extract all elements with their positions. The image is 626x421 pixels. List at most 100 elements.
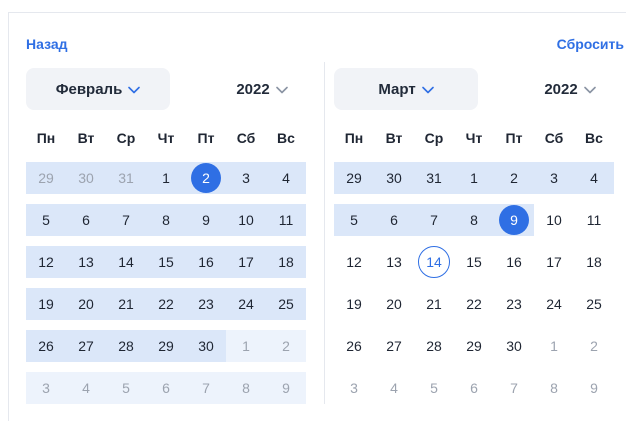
reset-link[interactable]: Сбросить (557, 36, 624, 52)
day-cell-outside-month[interactable]: 7 (186, 372, 226, 404)
day-cell-outside-month[interactable]: 4 (374, 372, 414, 404)
day-cell-today[interactable]: 14 (414, 246, 454, 278)
day-cell-outside-month[interactable]: 31 (106, 162, 146, 194)
day-cell[interactable]: 15 (454, 246, 494, 278)
day-cell[interactable]: 30 (494, 330, 534, 362)
day-cell[interactable]: 23 (186, 288, 226, 320)
day-cell[interactable]: 25 (266, 288, 306, 320)
day-cell[interactable]: 18 (574, 246, 614, 278)
day-cell[interactable]: 26 (26, 330, 66, 362)
weekday-label: Вс (277, 130, 295, 146)
day-cell[interactable]: 16 (186, 246, 226, 278)
month-select-left[interactable]: Февраль (26, 68, 170, 110)
day-cell-outside-month[interactable]: 1 (534, 330, 574, 362)
day-cell[interactable]: 22 (454, 288, 494, 320)
day-cell[interactable]: 5 (26, 204, 66, 236)
day-cell[interactable]: 29 (146, 330, 186, 362)
week-row: 29 30 31 1 2 3 4 (26, 162, 306, 194)
day-cell[interactable]: 28 (106, 330, 146, 362)
day-cell-selected[interactable]: 9 (494, 204, 534, 236)
day-cell[interactable]: 8 (454, 204, 494, 236)
day-cell-outside-month[interactable]: 1 (226, 330, 266, 362)
weekday-label: Вс (585, 130, 603, 146)
day-cell[interactable]: 25 (574, 288, 614, 320)
day-cell[interactable]: 29 (334, 162, 374, 194)
day-cell[interactable]: 27 (374, 330, 414, 362)
day-cell[interactable]: 21 (414, 288, 454, 320)
month-select-right[interactable]: Март (334, 68, 478, 110)
weekday-label: Чт (157, 130, 175, 146)
day-cell[interactable]: 1 (454, 162, 494, 194)
day-cell[interactable]: 4 (266, 162, 306, 194)
day-cell[interactable]: 12 (334, 246, 374, 278)
day-cell[interactable]: 14 (106, 246, 146, 278)
day-cell-outside-month[interactable]: 4 (66, 372, 106, 404)
day-cell[interactable]: 30 (186, 330, 226, 362)
day-cell[interactable]: 29 (454, 330, 494, 362)
day-cell[interactable]: 10 (534, 204, 574, 236)
day-cell[interactable]: 11 (266, 204, 306, 236)
day-cell[interactable]: 20 (374, 288, 414, 320)
day-cell[interactable]: 15 (146, 246, 186, 278)
week-row: 12 13 14 15 16 17 18 (26, 246, 306, 278)
day-cell[interactable]: 10 (226, 204, 266, 236)
day-cell[interactable]: 19 (26, 288, 66, 320)
day-cell[interactable]: 24 (226, 288, 266, 320)
day-cell[interactable]: 13 (66, 246, 106, 278)
day-cell[interactable]: 30 (374, 162, 414, 194)
year-select-left[interactable]: 2022 (222, 68, 302, 110)
day-cell[interactable]: 28 (414, 330, 454, 362)
day-cell[interactable]: 19 (334, 288, 374, 320)
day-cell-outside-month[interactable]: 3 (334, 372, 374, 404)
day-cell-outside-month[interactable]: 30 (66, 162, 106, 194)
day-cell[interactable]: 7 (414, 204, 454, 236)
back-link[interactable]: Назад (26, 36, 68, 52)
weekday-label: Пт (505, 130, 523, 146)
day-cell[interactable]: 4 (574, 162, 614, 194)
day-cell[interactable]: 26 (334, 330, 374, 362)
day-cell-outside-month[interactable]: 7 (494, 372, 534, 404)
day-cell[interactable]: 16 (494, 246, 534, 278)
day-cell[interactable]: 6 (374, 204, 414, 236)
day-cell[interactable]: 21 (106, 288, 146, 320)
day-cell-selected[interactable]: 2 (186, 162, 226, 194)
day-cell-outside-month[interactable]: 2 (266, 330, 306, 362)
day-cell-outside-month[interactable]: 3 (26, 372, 66, 404)
day-cell[interactable]: 12 (26, 246, 66, 278)
day-cell[interactable]: 27 (66, 330, 106, 362)
day-cell-outside-month[interactable]: 8 (226, 372, 266, 404)
day-cell-outside-month[interactable]: 9 (574, 372, 614, 404)
day-cell[interactable]: 1 (146, 162, 186, 194)
day-cell-outside-month[interactable]: 9 (266, 372, 306, 404)
month-label: Март (378, 80, 416, 98)
top-border (8, 12, 626, 13)
day-cell[interactable]: 9 (186, 204, 226, 236)
day-cell[interactable]: 23 (494, 288, 534, 320)
day-cell[interactable]: 3 (226, 162, 266, 194)
day-cell[interactable]: 22 (146, 288, 186, 320)
day-cell[interactable]: 11 (574, 204, 614, 236)
day-cell[interactable]: 31 (414, 162, 454, 194)
day-cell-outside-month[interactable]: 6 (454, 372, 494, 404)
day-cell[interactable]: 5 (334, 204, 374, 236)
day-cell[interactable]: 3 (534, 162, 574, 194)
year-select-right[interactable]: 2022 (530, 68, 610, 110)
day-cell[interactable]: 17 (534, 246, 574, 278)
day-cell-outside-month[interactable]: 8 (534, 372, 574, 404)
day-cell[interactable]: 20 (66, 288, 106, 320)
day-cell-outside-month[interactable]: 5 (106, 372, 146, 404)
day-cell[interactable]: 13 (374, 246, 414, 278)
day-cell[interactable]: 6 (66, 204, 106, 236)
day-cell-outside-month[interactable]: 29 (26, 162, 66, 194)
day-cell-outside-month[interactable]: 5 (414, 372, 454, 404)
day-cell-outside-month[interactable]: 2 (574, 330, 614, 362)
day-cell[interactable]: 2 (494, 162, 534, 194)
weekday-label: Ср (424, 130, 444, 146)
day-cell[interactable]: 18 (266, 246, 306, 278)
day-cell[interactable]: 24 (534, 288, 574, 320)
day-cell[interactable]: 8 (146, 204, 186, 236)
day-cell[interactable]: 17 (226, 246, 266, 278)
weekday-label: Вт (77, 130, 95, 146)
day-cell-outside-month[interactable]: 6 (146, 372, 186, 404)
day-cell[interactable]: 7 (106, 204, 146, 236)
